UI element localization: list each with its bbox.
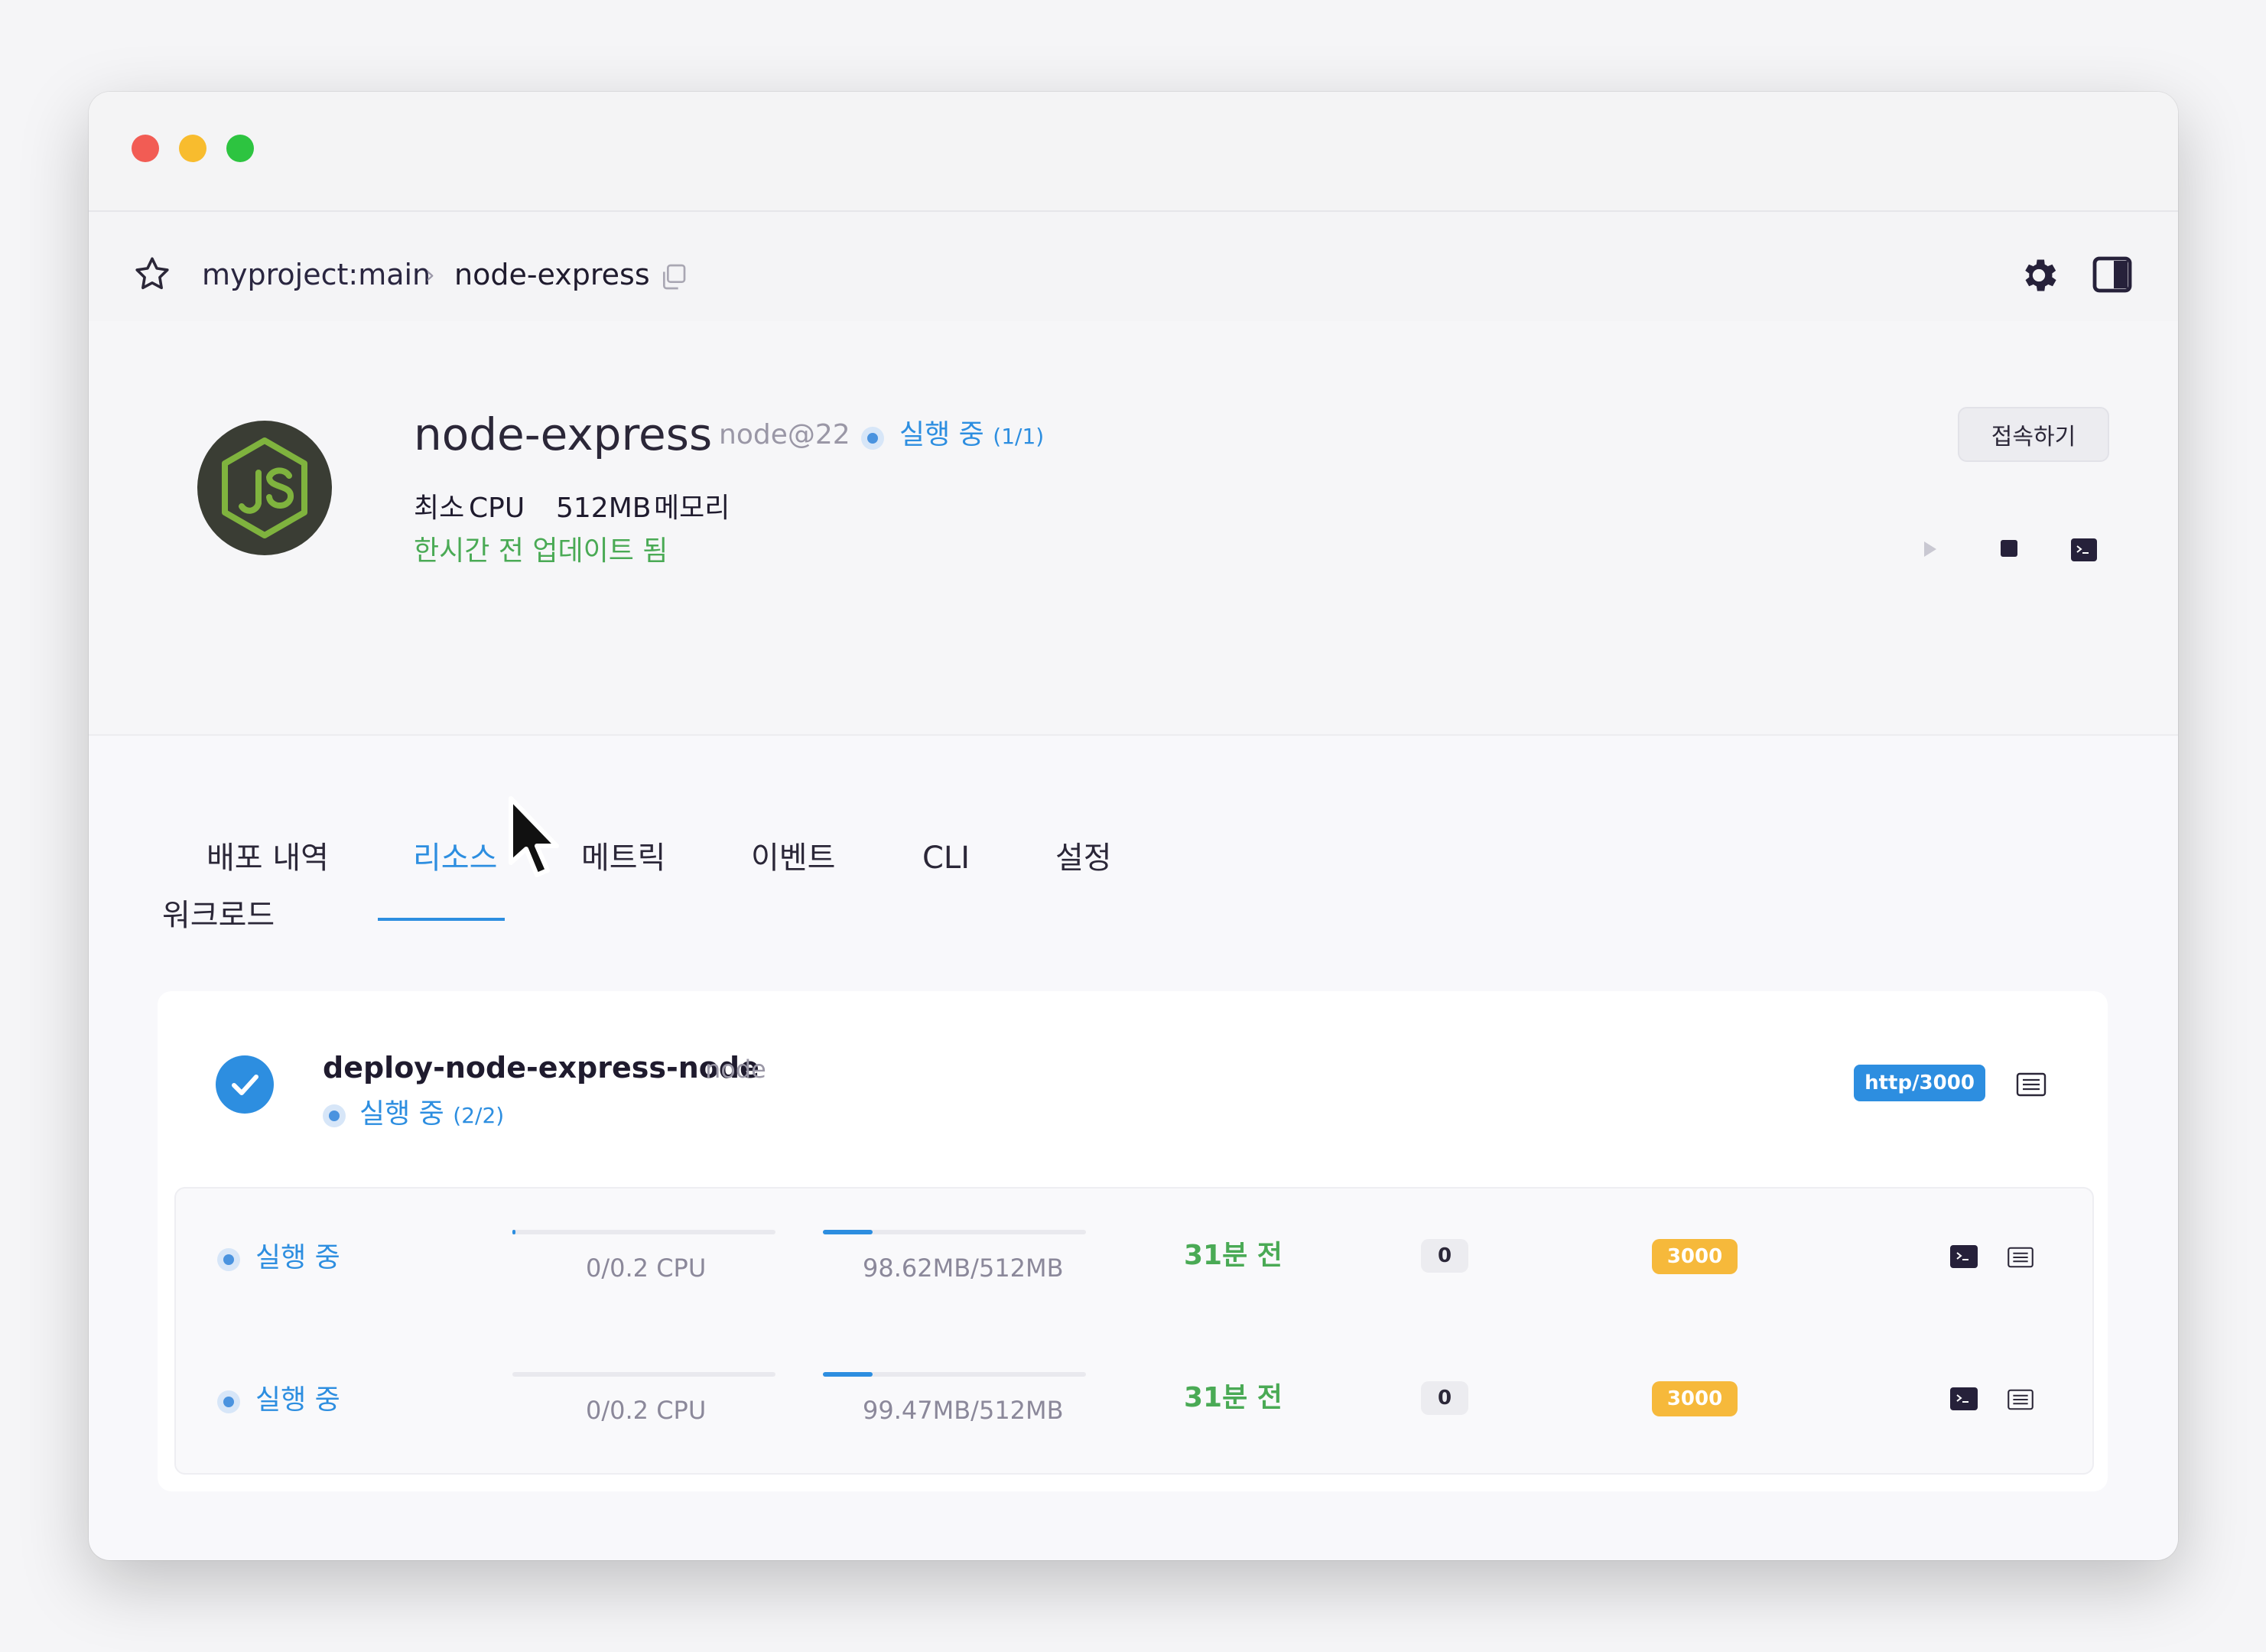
restart-count: 0 [1421,1381,1468,1415]
minimize-window-button[interactable] [179,135,206,162]
memory-value: 512MB [556,493,652,524]
stop-icon[interactable] [2001,540,2017,557]
check-icon [216,1055,274,1114]
cpu-usage: 0/0.2 CPU [586,1254,707,1283]
memory-usage: 99.47MB/512MB [863,1396,1064,1425]
star-icon[interactable] [132,254,173,295]
status-dot [861,427,884,450]
pod-status-dot [217,1248,240,1271]
memory-bar [823,1230,1086,1234]
deployment-tag: node [705,1055,766,1084]
terminal-icon[interactable] [1950,1245,1978,1268]
cpu-label: CPU [469,493,525,524]
logs-icon[interactable] [2007,1389,2034,1410]
panel-toggle-icon[interactable] [2092,255,2132,294]
breadcrumb-service[interactable]: node-express [454,255,650,294]
gear-icon[interactable] [2017,254,2060,297]
breadcrumb-project[interactable]: myproject:main [202,255,431,294]
breadcrumb-separator: › [425,260,435,289]
tab-metrics[interactable]: 메트릭 [581,837,665,880]
cursor-icon [509,796,559,877]
pod-age: 31분 전 [1184,1240,1283,1271]
connect-button[interactable]: 접속하기 [1958,407,2109,462]
tab-deployments[interactable]: 배포 내역 [206,837,329,880]
port-badge[interactable]: http/3000 [1854,1065,1985,1101]
service-status: 실행 중 (1/1) [899,416,1044,456]
memory-usage: 98.62MB/512MB [863,1254,1064,1283]
pod-port[interactable]: 3000 [1652,1239,1738,1274]
memory-bar-fill [823,1372,873,1377]
terminal-icon[interactable] [1950,1387,1978,1410]
tab-events[interactable]: 이벤트 [751,837,835,880]
logs-icon[interactable] [2007,1247,2034,1268]
pod-age: 31분 전 [1184,1382,1283,1413]
active-tab-indicator [378,918,505,921]
deployment-status-dot [323,1104,346,1127]
updated-time: 한시간 전 업데이트 됨 [414,535,668,567]
memory-bar [823,1372,1086,1377]
service-status-count: (1/1) [993,424,1045,449]
cpu-usage: 0/0.2 CPU [586,1396,707,1425]
tab-settings[interactable]: 설정 [1055,837,1112,880]
memory-bar-fill [823,1230,873,1234]
terminal-glyph [2076,545,2089,554]
copy-icon[interactable] [658,262,688,292]
tab-resources[interactable]: 리소스 [413,837,497,880]
terminal-glyph [1956,1252,1969,1260]
cpu-bar [512,1372,775,1377]
pods-list [174,1187,2094,1475]
deployment-name[interactable]: deploy-node-express-node [323,1048,759,1088]
service-header [89,321,2178,736]
terminal-glyph [1956,1394,1969,1403]
cpu-bar-fill [512,1230,515,1234]
deployment-status-count: (2/2) [453,1103,505,1128]
pod-port[interactable]: 3000 [1652,1381,1738,1416]
restart-count: 0 [1421,1239,1468,1273]
workloads-title: 워크로드 [162,898,275,933]
pod-status: 실행 중 [255,1242,340,1273]
pod-status-dot [217,1390,240,1413]
zoom-window-button[interactable] [226,135,254,162]
service-image-tag: node@22 [719,419,850,450]
checkmark-glyph [232,1075,258,1095]
memory-label: 메모리 [654,493,730,524]
deployment-status: 실행 중 (2/2) [359,1095,504,1135]
cpu-bar [512,1230,775,1234]
tab-cli[interactable]: CLI [922,837,970,880]
app-window: myproject:main › node-express node-expre… [89,92,2178,1560]
pod-status: 실행 중 [255,1384,340,1416]
service-name: node-express [414,408,713,460]
service-status-text: 실행 중 [899,419,984,450]
nodejs-icon [222,437,307,538]
play-icon[interactable] [1924,541,1936,557]
logs-icon[interactable] [2016,1072,2047,1097]
cpu-value: 최소 [414,493,465,524]
deployment-status-text: 실행 중 [359,1098,444,1130]
nodejs-logo [197,421,332,555]
close-window-button[interactable] [132,135,159,162]
terminal-icon[interactable] [2071,538,2097,561]
title-bar [89,92,2178,212]
